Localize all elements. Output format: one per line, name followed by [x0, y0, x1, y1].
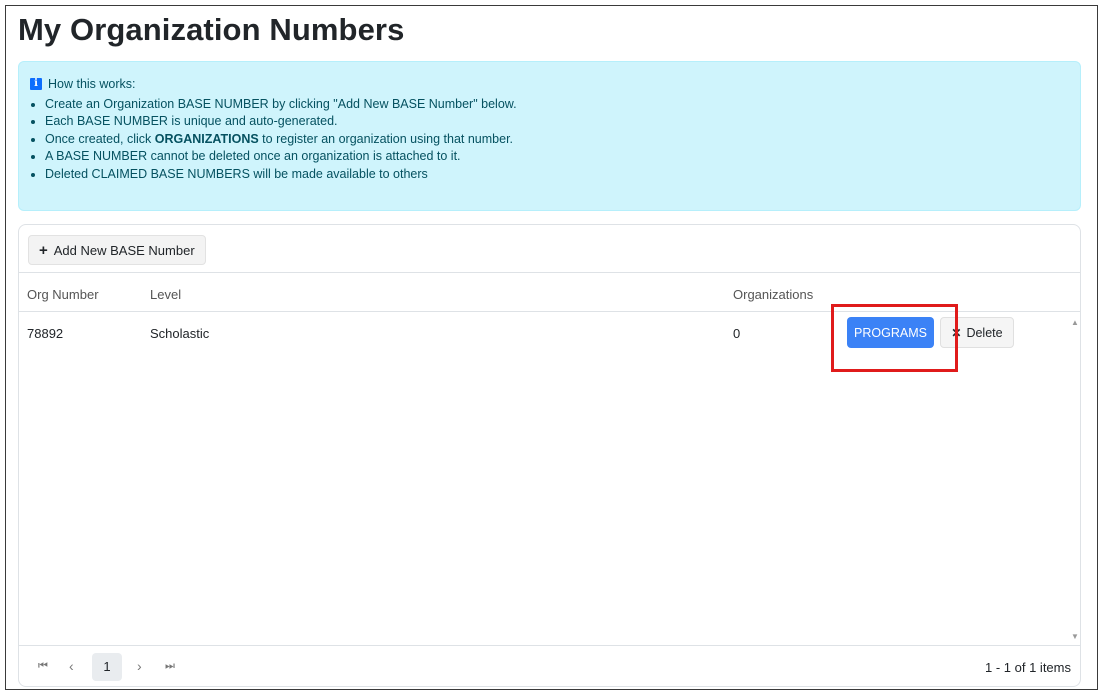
scroll-up-arrow-icon[interactable]: ▲ [1071, 319, 1079, 327]
first-page-icon[interactable]: ⏮ [38, 660, 48, 673]
delete-button-label: Delete [966, 325, 1003, 340]
pager-info: 1 - 1 of 1 items [985, 660, 1071, 675]
plus-icon: + [39, 241, 48, 259]
info-heading-text: How this works: [48, 77, 136, 91]
programs-button[interactable]: PROGRAMS [847, 317, 934, 348]
info-icon: i [30, 78, 42, 90]
delete-button[interactable]: ✕ Delete [940, 317, 1014, 348]
info-list: Create an Organization BASE NUMBER by cl… [30, 96, 517, 183]
cell-organizations: 0 [733, 326, 741, 341]
app-frame: My Organization Numbers i How this works… [5, 5, 1098, 690]
page-number-current[interactable]: 1 [92, 653, 122, 681]
table-row[interactable]: 78892 Scholastic 0 PROGRAMS ✕ Delete [19, 313, 1069, 353]
prev-page-icon[interactable]: ‹ [69, 658, 74, 674]
close-icon: ✕ [951, 325, 962, 340]
page-title: My Organization Numbers [18, 12, 405, 47]
vertical-scrollbar[interactable]: ▲ ▼ [1069, 313, 1081, 643]
column-header-organizations[interactable]: Organizations [733, 287, 813, 302]
info-item: Deleted CLAIMED BASE NUMBERS will be mad… [45, 166, 517, 183]
info-item: Each BASE NUMBER is unique and auto-gene… [45, 113, 517, 130]
add-button-label: Add New BASE Number [53, 242, 195, 258]
add-new-base-number-button[interactable]: + Add New BASE Number [28, 235, 206, 265]
grid-header: Org Number Level Organizations [19, 274, 1080, 312]
organizations-keyword: ORGANIZATIONS [154, 131, 259, 146]
scroll-down-arrow-icon[interactable]: ▼ [1071, 633, 1079, 641]
last-page-icon[interactable]: ⏭ [165, 660, 175, 673]
next-page-icon[interactable]: › [137, 658, 142, 674]
cell-org-number: 78892 [27, 326, 64, 341]
pager: ⏮ ‹ 1 › ⏭ 1 - 1 of 1 items [19, 645, 1080, 687]
org-numbers-grid: + Add New BASE Number Org Number Level O… [18, 224, 1081, 687]
info-item: Once created, click ORGANIZATIONS to reg… [45, 131, 517, 148]
info-item: Create an Organization BASE NUMBER by cl… [45, 96, 517, 113]
grid-toolbar: + Add New BASE Number [19, 225, 1080, 273]
column-header-level[interactable]: Level [150, 287, 181, 302]
column-header-org-number[interactable]: Org Number [27, 287, 99, 302]
cell-level: Scholastic [150, 326, 210, 341]
info-item: A BASE NUMBER cannot be deleted once an … [45, 148, 517, 165]
info-alert: i How this works: Create an Organization… [18, 61, 1081, 211]
info-heading: i How this works: [30, 77, 136, 91]
